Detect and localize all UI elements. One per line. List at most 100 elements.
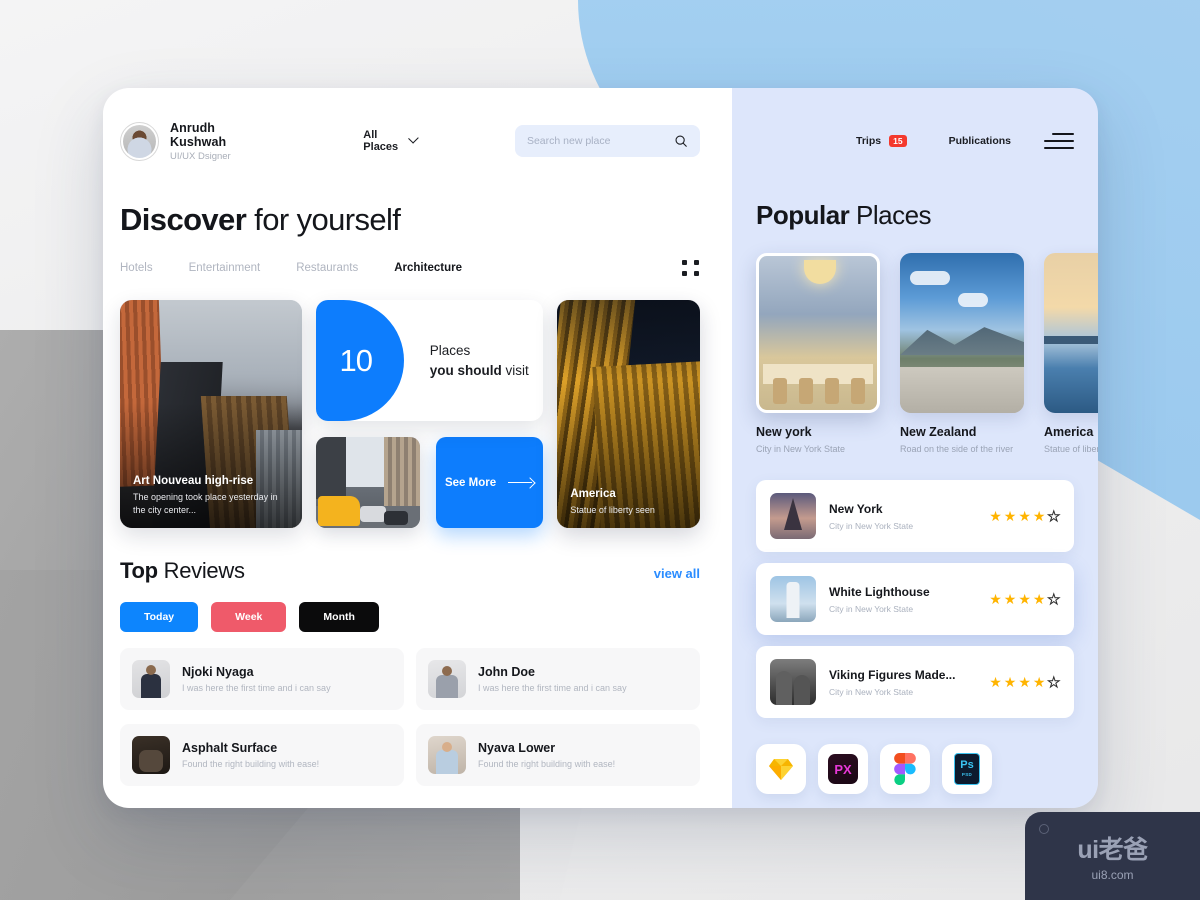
see-more-label: See More xyxy=(444,476,497,489)
filter-today-button[interactable]: Today xyxy=(120,602,199,632)
review-comment: Found the right building with ease! xyxy=(182,759,320,769)
review-avatar xyxy=(428,736,466,774)
review-card[interactable]: Asphalt Surface Found the right building… xyxy=(120,724,404,786)
feature-card-caption: Art Nouveau high-rise The opening took p… xyxy=(133,475,290,516)
reviews-header: Top Reviews view all xyxy=(120,558,700,584)
star-filled-icon: ★ xyxy=(1032,508,1046,524)
list-item-text: Viking Figures Made... City in New York … xyxy=(829,668,976,697)
star-empty-icon: ★ xyxy=(1047,508,1061,524)
see-more-button[interactable]: See More xyxy=(435,437,544,528)
reviews-title-bold: Top xyxy=(120,558,158,583)
promo-number: 10 xyxy=(315,300,404,421)
page-title-bold: Discover xyxy=(120,202,247,237)
thumb-building xyxy=(315,437,346,499)
ps-label: Ps xyxy=(960,759,974,772)
rating-stars[interactable]: ★ ★ ★ ★ ★ xyxy=(989,508,1061,524)
category-tabs: Hotels Entertainment Restaurants Archite… xyxy=(120,260,700,276)
rating-stars[interactable]: ★ ★ ★ ★ ★ xyxy=(989,674,1060,690)
place-card-new-york[interactable]: New york City in New York State xyxy=(756,253,880,454)
feature-card-america[interactable]: America Statue of liberty seen xyxy=(557,300,700,528)
list-item[interactable]: New York City in New York State ★ ★ ★ ★ … xyxy=(756,480,1074,552)
nav-publications[interactable]: Publications xyxy=(949,135,1011,147)
watermark: ui老爸 ui8.com xyxy=(1025,812,1200,900)
feature-card-art-nouveau[interactable]: Art Nouveau high-rise The opening took p… xyxy=(120,300,302,528)
avatar-image xyxy=(123,124,156,158)
trips-badge: 15 xyxy=(889,134,907,148)
place-name: New Zealand xyxy=(900,425,977,439)
view-all-link[interactable]: view all xyxy=(654,566,700,581)
grid-view-icon[interactable] xyxy=(682,260,700,276)
burger-line xyxy=(1044,147,1074,150)
sketch-icon xyxy=(769,759,793,780)
figma-app-icon[interactable] xyxy=(880,744,930,794)
star-filled-icon: ★ xyxy=(1032,591,1046,607)
user-info: Anrudh Kushwah UI/UX Dsigner xyxy=(170,121,255,162)
night-card-subtitle: Statue of liberty seen xyxy=(570,504,655,515)
sidebar-title-bold: Popular xyxy=(756,200,850,230)
place-card-new-zealand[interactable]: New Zealand Road on the side of the rive… xyxy=(900,253,1024,454)
place-subtitle: Statue of liberty xyxy=(1044,444,1098,454)
popular-places-carousel[interactable]: New york City in New York State New Zeal… xyxy=(732,253,1098,454)
main-panel: Anrudh Kushwah UI/UX Dsigner All Places … xyxy=(103,88,732,808)
star-filled-icon: ★ xyxy=(1003,674,1017,690)
chair-shape xyxy=(825,378,839,404)
filter-month-button[interactable]: Month xyxy=(299,602,379,632)
tab-hotels[interactable]: Hotels xyxy=(120,262,153,274)
star-filled-icon: ★ xyxy=(1032,674,1046,690)
promo-line2: you should visit xyxy=(430,361,529,380)
review-text-group: Njoki Nyaga I was here the first time an… xyxy=(182,665,331,693)
street-thumbnail[interactable] xyxy=(315,437,420,528)
chair-shape xyxy=(773,378,787,404)
hamburger-menu-icon[interactable] xyxy=(1044,132,1074,150)
road-shape xyxy=(900,367,1024,413)
review-card[interactable]: Nyava Lower Found the right building wit… xyxy=(416,724,700,786)
tab-entertainment[interactable]: Entertainment xyxy=(189,262,261,274)
burger-line xyxy=(1044,139,1074,143)
review-avatar xyxy=(132,660,170,698)
places-filter-label: All Places xyxy=(363,129,399,153)
watermark-circle-icon xyxy=(1039,824,1049,834)
nav-trips[interactable]: Trips 15 xyxy=(856,134,907,148)
grid-dot xyxy=(682,271,687,276)
places-filter-dropdown[interactable]: All Places xyxy=(363,129,419,153)
app-shortcuts: PX Ps PSD xyxy=(732,744,1098,794)
search-box[interactable] xyxy=(514,125,700,157)
user-role: UI/UX Dsigner xyxy=(170,150,231,162)
app-window: Anrudh Kushwah UI/UX Dsigner All Places … xyxy=(103,88,1098,808)
review-card[interactable]: John Doe I was here the first time and i… xyxy=(416,648,700,710)
list-item[interactable]: White Lighthouse City in New York State … xyxy=(756,563,1074,635)
discover-card-grid: Art Nouveau high-rise The opening took p… xyxy=(120,300,700,528)
feature-card-title: Art Nouveau high-rise xyxy=(133,475,254,488)
sidebar-top-bar: Trips 15 Publications xyxy=(732,120,1098,162)
list-item-text: White Lighthouse City in New York State xyxy=(829,585,976,614)
rating-stars[interactable]: ★ ★ ★ ★ ★ xyxy=(989,591,1060,607)
sidebar-panel: Trips 15 Publications Popular Places New… xyxy=(732,88,1098,808)
filter-week-button[interactable]: Week xyxy=(211,602,287,632)
star-filled-icon: ★ xyxy=(989,591,1002,607)
center-row: See More xyxy=(315,437,544,528)
place-card-america[interactable]: America Statue of liberty xyxy=(1044,253,1098,454)
rated-places-list: New York City in New York State ★ ★ ★ ★ … xyxy=(732,480,1098,718)
promo-card[interactable]: 10 Places you should visit xyxy=(315,300,544,421)
search-icon xyxy=(675,135,687,147)
center-column: 10 Places you should visit See More xyxy=(315,300,544,528)
sidebar-title-rest: Places xyxy=(849,200,932,230)
review-comment: I was here the first time and i can say xyxy=(182,683,331,693)
night-card-title: America xyxy=(570,487,616,500)
star-filled-icon: ★ xyxy=(1018,591,1031,607)
review-name: Nyava Lower xyxy=(478,741,556,755)
photoshop-app-icon[interactable]: Ps PSD xyxy=(942,744,992,794)
avatar[interactable] xyxy=(120,121,159,161)
chevron-down-icon xyxy=(408,133,419,144)
tab-restaurants[interactable]: Restaurants xyxy=(296,262,358,274)
search-input[interactable] xyxy=(526,135,674,147)
tab-architecture[interactable]: Architecture xyxy=(394,262,462,274)
review-comment: I was here the first time and i can say xyxy=(478,683,627,693)
place-name: America xyxy=(1044,425,1094,439)
sketch-app-icon[interactable] xyxy=(756,744,806,794)
review-text-group: Asphalt Surface Found the right building… xyxy=(182,741,319,769)
pixelmator-app-icon[interactable]: PX xyxy=(818,744,868,794)
cloud-shape xyxy=(910,271,950,285)
list-item[interactable]: Viking Figures Made... City in New York … xyxy=(756,646,1074,718)
review-card[interactable]: Njoki Nyaga I was here the first time an… xyxy=(120,648,404,710)
